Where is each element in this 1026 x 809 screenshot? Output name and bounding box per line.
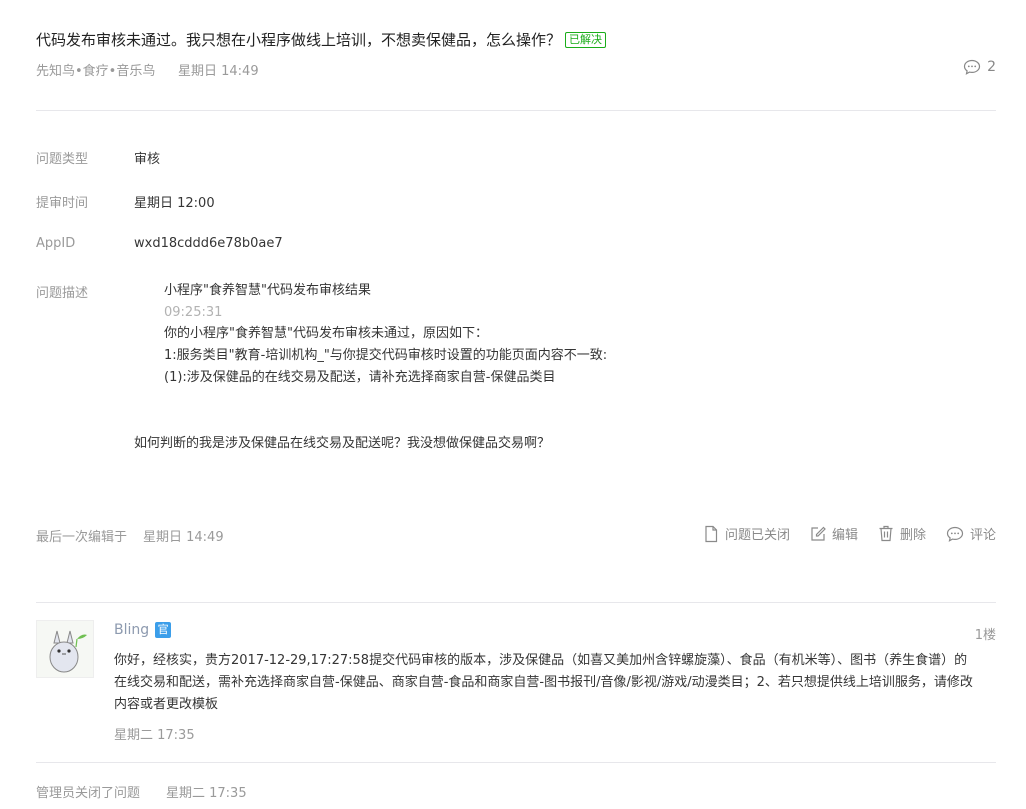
reply-time: 星期二 17:35	[114, 728, 195, 743]
desc-time: 09:25:31	[164, 304, 223, 320]
comment-count[interactable]: 2	[963, 59, 996, 75]
edit-label: 编辑	[831, 528, 858, 543]
desc-line-title: 小程序"食养智慧"代码发布审核结果	[164, 283, 371, 298]
desc-line-reason: 你的小程序"食养智慧"代码发布审核未通过，原因如下：	[164, 326, 488, 342]
last-edit-time: 星期日 14:49	[143, 530, 224, 545]
info-label-type: 问题类型	[36, 152, 89, 167]
comment-count-value: 2	[987, 59, 996, 75]
author-name[interactable]: 先知鸟•食疗•音乐鸟	[36, 60, 155, 79]
desc-line-category: 1:服务类目"教育-培训机构_"与你提交代码审核时设置的功能页面内容不一致:	[164, 348, 608, 364]
comment-label: 评论	[969, 528, 996, 543]
question-title: 代码发布审核未通过。我只想在小程序做线上培训，不想卖保健品，怎么操作？	[36, 31, 562, 49]
question-closed-label: 问题已关闭	[724, 528, 790, 543]
divider	[36, 762, 996, 763]
avatar[interactable]	[36, 620, 94, 678]
divider	[36, 110, 996, 111]
info-label-submit-time: 提审时间	[36, 196, 89, 211]
document-icon	[705, 525, 718, 542]
question-actions: 问题已关闭 编辑 删除 评论	[683, 524, 996, 543]
info-value-type: 审核	[134, 152, 161, 167]
info-value-submit-time: 星期日 12:00	[134, 196, 215, 211]
edit-pencil-icon	[811, 526, 826, 541]
question-closed-button[interactable]: 问题已关闭	[703, 524, 790, 543]
reply-body: 你好，经核实，贵方2017-12-29,17:27:58提交代码审核的版本，涉及…	[114, 653, 973, 712]
reply-author[interactable]: Bling	[114, 622, 149, 638]
info-value-appid: wxd18cddd6e78b0ae7	[134, 236, 283, 251]
solved-badge: 已解决	[565, 32, 607, 48]
delete-label: 删除	[899, 528, 926, 543]
official-badge: 官	[155, 622, 172, 638]
description-text: 小程序"食养智慧"代码发布审核结果 09:25:31 你的小程序"食养智慧"代码…	[164, 280, 924, 389]
edit-row: 最后一次编辑于 星期日 14:49 问题已关闭 编辑 删除 评论	[36, 524, 996, 546]
question-page: 代码发布审核未通过。我只想在小程序做线上培训，不想卖保健品，怎么操作？ 已解决 先…	[36, 0, 996, 809]
comment-button[interactable]: 评论	[946, 524, 996, 543]
closed-note-label: 管理员关闭了问题	[36, 786, 141, 801]
comment-bubble-icon	[963, 59, 981, 75]
divider	[36, 602, 996, 603]
last-edit-label: 最后一次编辑于	[36, 530, 128, 545]
info-label-desc: 问题描述	[36, 286, 89, 301]
totoro-avatar-icon	[49, 630, 87, 673]
desc-line-detail: (1):涉及保健品的在线交易及配送，请补充选择商家自营-保健品类目	[164, 369, 556, 385]
comment-icon	[946, 526, 964, 542]
info-label-appid: AppID	[36, 236, 76, 251]
closed-note-time: 星期二 17:35	[166, 786, 247, 801]
delete-button[interactable]: 删除	[878, 524, 926, 543]
desc-question: 如何判断的我是涉及保健品在线交易及配送呢？我没想做保健品交易啊？	[134, 436, 551, 451]
floor-number: 1楼	[974, 628, 996, 643]
post-time: 星期日 14:49	[178, 64, 259, 79]
edit-button[interactable]: 编辑	[810, 524, 858, 543]
question-meta: 先知鸟•食疗•音乐鸟 星期日 14:49 2	[36, 59, 996, 80]
trash-icon	[879, 525, 893, 542]
reply-header: Bling 官	[114, 622, 172, 638]
question-title-row: 代码发布审核未通过。我只想在小程序做线上培训，不想卖保健品，怎么操作？ 已解决	[36, 28, 996, 52]
